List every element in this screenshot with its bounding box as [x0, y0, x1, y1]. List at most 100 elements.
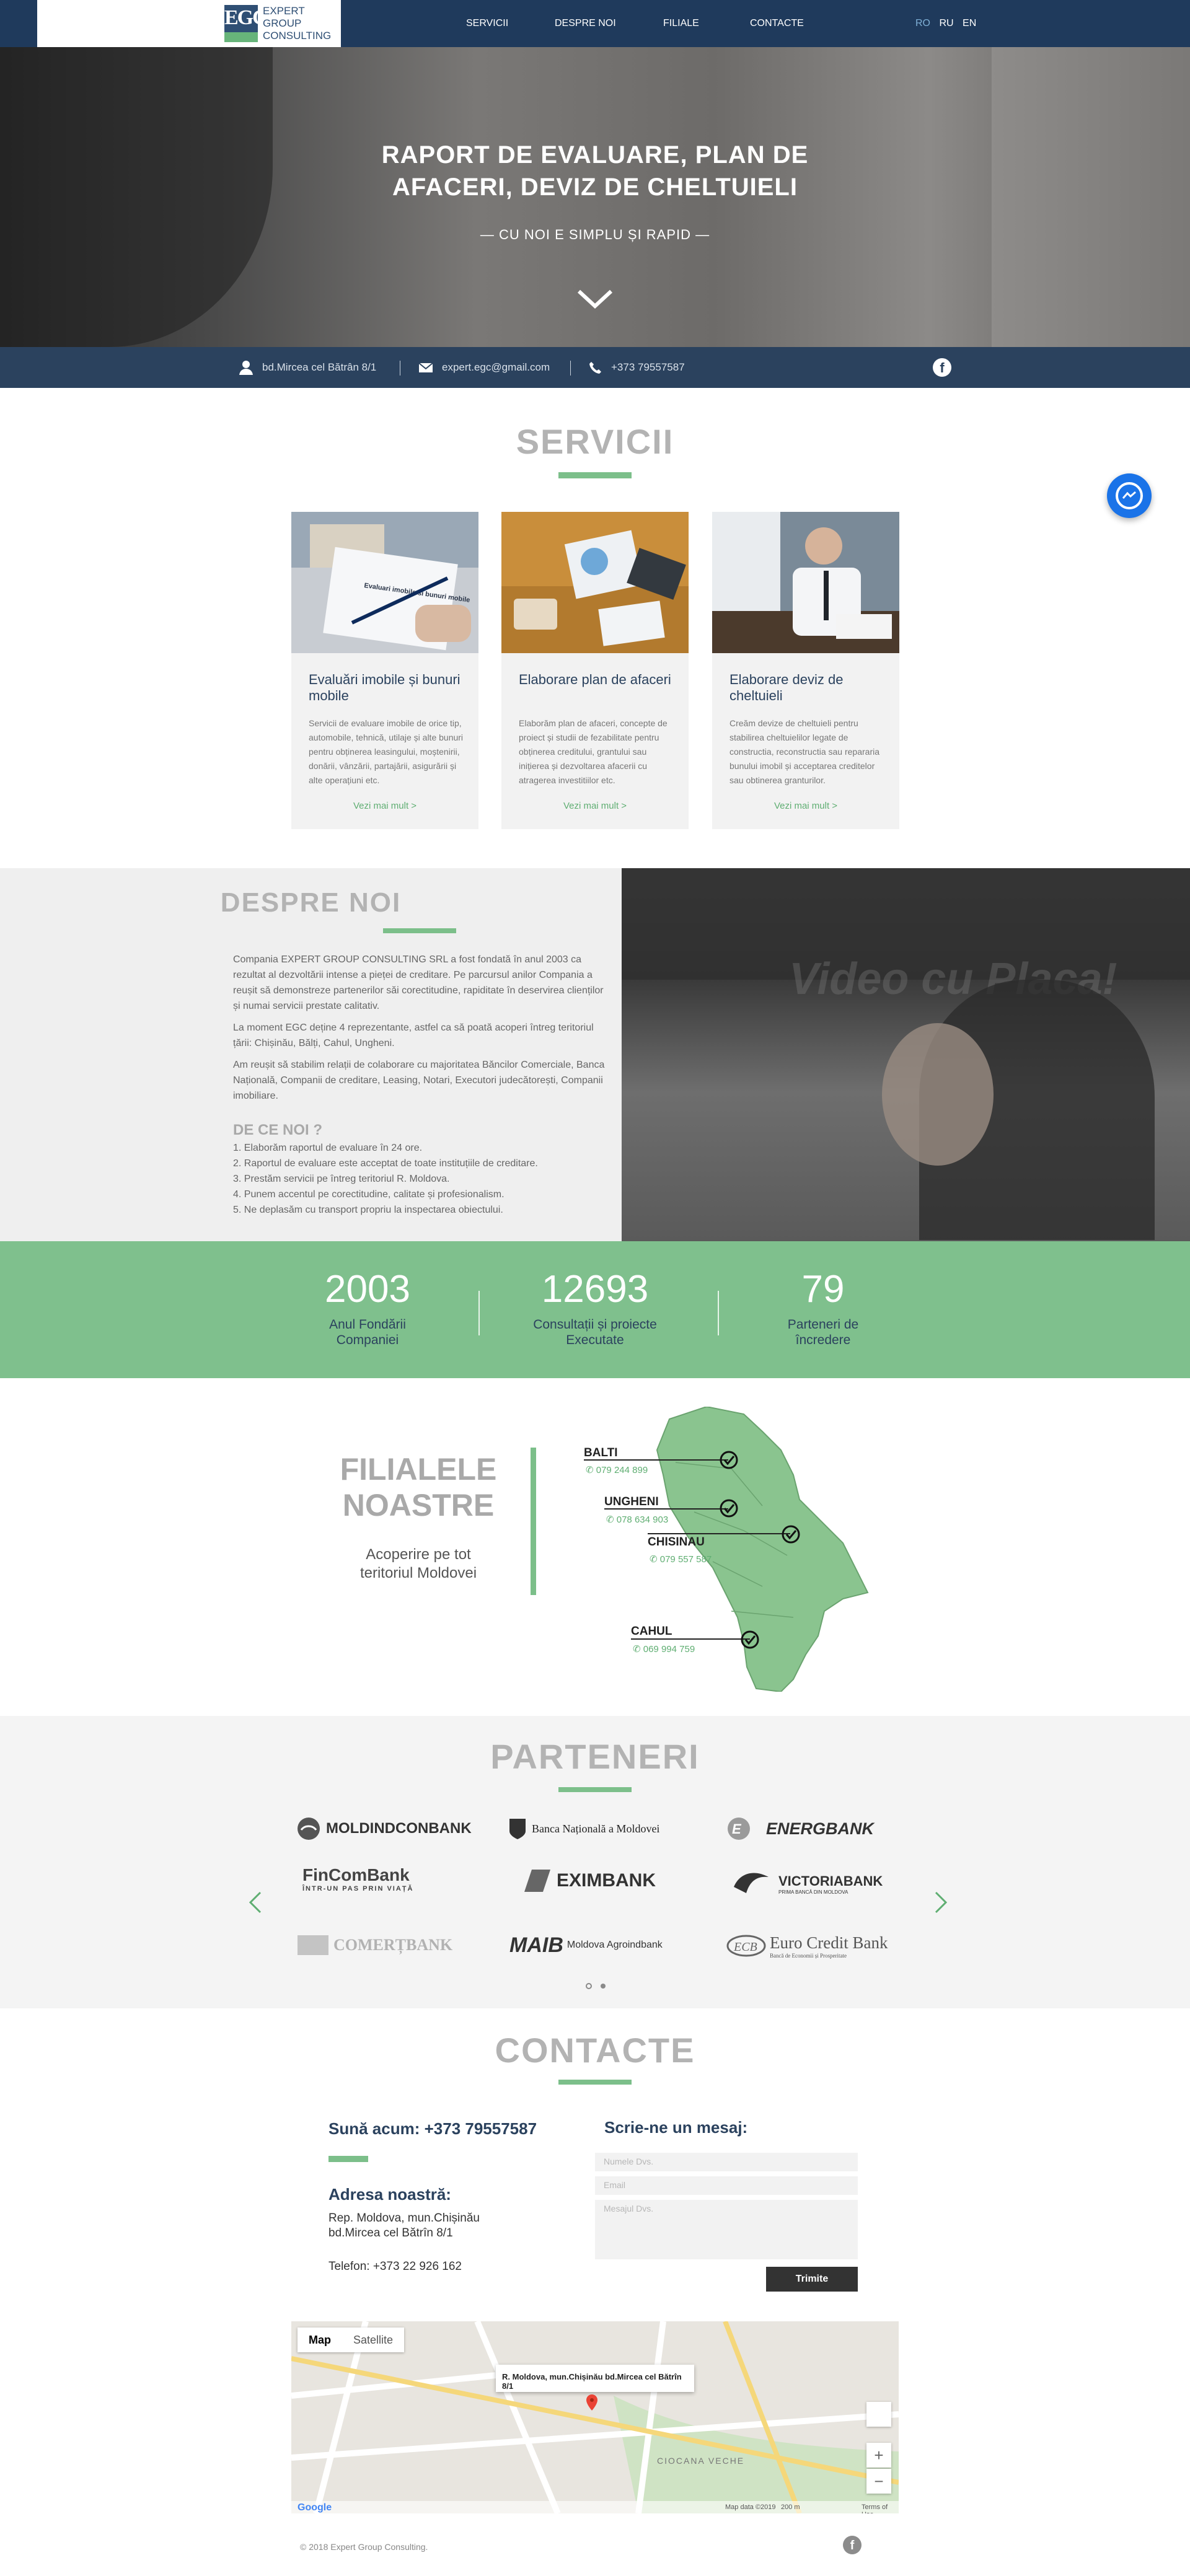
branch-phone-balti[interactable]: ✆ 079 244 899 [586, 1464, 648, 1475]
branch-city-ungheni: UNGHENI [604, 1495, 659, 1508]
servicii-title: SERVICII [516, 422, 674, 461]
map-info-popup: R. Moldova, mun.Chișinău bd.Mircea cel B… [496, 2365, 694, 2392]
call-now-text[interactable]: Sună acum: +373 79557587 [328, 2119, 537, 2139]
send-button[interactable]: Trimite [766, 2267, 858, 2292]
card-photo [501, 512, 689, 653]
nav-link-despre-noi[interactable]: DESPRE NOI [555, 0, 616, 47]
partner-logo-eximbank[interactable]: EXIMBANK [521, 1865, 656, 1896]
checkmark-icon [782, 1525, 800, 1544]
phone-icon [589, 362, 601, 374]
tab-map[interactable]: Map [298, 2328, 342, 2352]
name-input[interactable]: Numele Dvs. [595, 2153, 858, 2171]
contact-accent-bar [328, 2156, 368, 2162]
checkmark-icon [720, 1451, 738, 1469]
read-more-link[interactable]: Vezi mai mult > [501, 801, 689, 811]
contacte-underline [558, 2080, 632, 2085]
nav-link-filiale[interactable]: FILIALE [663, 0, 699, 47]
partner-logo-victoriabank[interactable]: VICTORIABANK PRIMA BANCĂ DIN MOLDOVA [730, 1865, 883, 1902]
partner-logo-maib[interactable]: MAIB Moldova Agroindbank [509, 1930, 663, 1961]
map-terms-link[interactable]: Terms of Use [862, 2503, 899, 2513]
filiale-title: FILIALELE NOASTRE [340, 1452, 497, 1523]
envelope-icon [418, 363, 433, 372]
phone-icon: ✆ [586, 1465, 596, 1475]
list-item: 3. Prestăm servicii pe întreg teritoriul… [233, 1174, 450, 1184]
despre-noi-underline [383, 928, 456, 933]
card-description: Elaborăm plan de afaceri, concepte de pr… [519, 718, 668, 785]
read-more-link[interactable]: Vezi mai mult > [712, 801, 899, 811]
card-title: Elaborare plan de afaceri [519, 672, 671, 687]
address-label: Adresa noastră: [328, 2185, 451, 2204]
partner-logo-euro-credit-bank[interactable]: ECB Euro Credit Bank Bancă de Economii și… [726, 1927, 888, 1964]
read-more-link[interactable]: Vezi mai mult > [291, 801, 478, 811]
branch-phone-chisinau[interactable]: ✆ 079 557 587 [650, 1554, 712, 1565]
hero-title: RAPORT DE EVALUARE, PLAN DE AFACERI, DEV… [381, 141, 809, 201]
parteneri-title: PARTENERI [490, 1737, 700, 1776]
despre-noi-title: DESPRE NOI [220, 887, 402, 918]
phone-text: Telefon: +373 22 926 162 [328, 2260, 462, 2273]
service-card-plan-afaceri[interactable]: Elaborare plan de afaceri Elaborăm plan … [501, 512, 689, 829]
carousel-prev-icon[interactable] [248, 1890, 263, 1915]
checkmark-icon [741, 1630, 759, 1649]
copyright-text: © 2018 Expert Group Consulting. [300, 2542, 428, 2552]
logo-mark: EGC [224, 5, 268, 42]
carousel-dot[interactable] [586, 1983, 592, 1989]
checkmark-icon [720, 1499, 738, 1518]
card-title: Evaluări imobile și bunuri mobile [309, 672, 461, 703]
contact-bar: bd.Mircea cel Bătrân 8/1 expert.egc@gmai… [0, 347, 1190, 388]
phone-item[interactable]: +373 79557587 [589, 347, 685, 388]
map-scale: 200 m [781, 2503, 800, 2511]
nav-link-servicii[interactable]: SERVICII [466, 0, 508, 47]
person-pin-icon [239, 361, 253, 375]
lang-en[interactable]: EN [963, 18, 976, 29]
carousel-dot-active[interactable] [601, 1984, 606, 1989]
map-district-label: CIOCANA VECHE [657, 2456, 744, 2466]
street-view-pegman-icon[interactable] [866, 2402, 891, 2427]
partner-logo-bnm[interactable]: Banca Națională a Moldovei [508, 1813, 659, 1844]
facebook-icon[interactable]: f [843, 2536, 862, 2554]
video-panel[interactable]: Video cu Placa! [622, 868, 1190, 1241]
messenger-icon [1116, 482, 1143, 509]
list-item: 4. Punem accentul pe corectitudine, cali… [233, 1189, 505, 1200]
branch-phone-ungheni[interactable]: ✆ 078 634 903 [606, 1514, 668, 1525]
partner-logo-fincombank[interactable]: FinComBank ÎNTR-UN PAS PRIN VIAȚĂ [302, 1865, 413, 1902]
despre-paragraph-2: La moment EGC deține 4 reprezentante, as… [233, 1022, 594, 1048]
service-card-evaluari[interactable]: Evaluari imobile si bunuri mobile Evaluă… [291, 512, 478, 829]
stat-label: Parteneri de încredere [787, 1317, 859, 1347]
map-marker-icon[interactable] [586, 2394, 597, 2411]
branch-city-cahul: CAHUL [631, 1625, 672, 1638]
list-item: 1. Elaborăm raportul de evaluare în 24 o… [233, 1143, 423, 1153]
carousel-pagination [586, 1983, 606, 1989]
nav-link-contacte[interactable]: CONTACTE [750, 0, 804, 47]
carousel-next-icon[interactable] [933, 1890, 948, 1915]
message-textarea[interactable]: Mesajul Dvs. [595, 2200, 858, 2259]
branch-city-balti: BALTI [584, 1446, 618, 1459]
zoom-out-button[interactable]: − [866, 2469, 891, 2494]
email-item[interactable]: expert.egc@gmail.com [418, 347, 550, 388]
phone-icon: ✆ [650, 1554, 660, 1565]
lang-ru[interactable]: RU [939, 18, 953, 29]
partner-logo-comertbank[interactable]: COMERȚBANK [296, 1930, 452, 1961]
address-text: bd.Mircea cel Bătrân 8/1 [262, 361, 377, 373]
chevron-down-icon[interactable] [576, 289, 614, 310]
zoom-in-button[interactable]: + [866, 2443, 891, 2468]
tab-satellite[interactable]: Satellite [342, 2328, 404, 2352]
logo-container[interactable]: EGC EXPERT GROUP CONSULTING [37, 0, 341, 47]
messenger-chat-button[interactable] [1107, 473, 1152, 518]
phone-icon: ✆ [633, 1644, 643, 1655]
facebook-icon[interactable]: f [933, 358, 951, 377]
partner-logo-energbank[interactable]: E ENERGBANK [726, 1813, 874, 1844]
google-map[interactable]: CIOCANA VECHE Map Satellite R. Moldova, … [291, 2321, 899, 2513]
lang-ro[interactable]: RO [915, 18, 930, 29]
card-description: Servicii de evaluare imobile de orice ti… [309, 718, 464, 785]
branch-phone-cahul[interactable]: ✆ 069 994 759 [633, 1643, 695, 1655]
service-card-deviz[interactable]: Elaborare deviz de cheltuieli Creăm devi… [712, 512, 899, 829]
partner-logo-moldindconbank[interactable]: MOLDINDCONBANK [296, 1813, 472, 1844]
svg-text:ECB: ECB [733, 1940, 757, 1954]
email-input[interactable]: Email [595, 2176, 858, 2195]
stat-label: Anul Fondării Companiei [329, 1317, 406, 1347]
list-item: 2. Raportul de evaluare este acceptat de… [233, 1158, 538, 1169]
logo-text: EXPERT GROUP CONSULTING [263, 5, 332, 42]
despre-paragraph-1: Compania EXPERT GROUP CONSULTING SRL a f… [233, 954, 604, 1011]
why-us-list: 1. Elaborăm raportul de evaluare în 24 o… [233, 1140, 611, 1218]
top-navigation-bar: EGC EXPERT GROUP CONSULTING SERVICII DES… [0, 0, 1190, 47]
